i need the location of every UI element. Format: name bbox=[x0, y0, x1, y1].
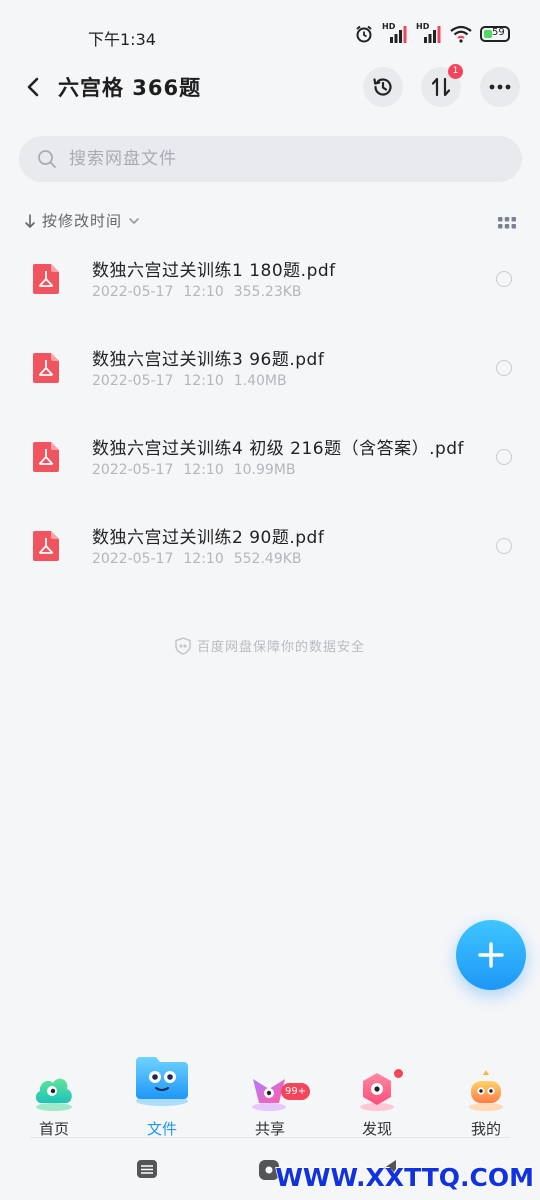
battery-level: 59 bbox=[492, 27, 505, 38]
search-icon bbox=[38, 150, 56, 168]
grid-icon bbox=[498, 217, 516, 229]
nav-item-files[interactable]: 文件 bbox=[117, 1055, 207, 1140]
file-select-radio[interactable] bbox=[496, 271, 512, 287]
file-time: 12:10 bbox=[183, 284, 224, 300]
history-button[interactable] bbox=[363, 67, 403, 107]
file-name: 数独六宫过关训练3 96题.pdf bbox=[92, 350, 325, 370]
file-size: 10.99MB bbox=[233, 462, 296, 478]
back-arrow-icon bbox=[27, 77, 39, 97]
nav-label-mine: 我的 bbox=[470, 1120, 501, 1138]
more-button[interactable] bbox=[480, 67, 520, 107]
file-date: 2022-05-17 bbox=[92, 551, 174, 567]
header: 六宫格 366题 1 bbox=[0, 60, 540, 116]
watermark: WWW.XXTTQ.COM bbox=[275, 1163, 534, 1192]
file-select-radio[interactable] bbox=[496, 538, 512, 554]
search-bar[interactable] bbox=[19, 136, 522, 182]
transfer-button[interactable]: 1 bbox=[421, 64, 463, 107]
nav-item-discover[interactable]: 发现 bbox=[332, 1055, 422, 1140]
menu-icon[interactable] bbox=[136, 1159, 158, 1179]
file-date: 2022-05-17 bbox=[92, 462, 174, 478]
file-item[interactable]: 数独六宫过关训练2 90题.pdf 2022-05-17 12:10 552.49K… bbox=[0, 511, 540, 600]
file-time: 12:10 bbox=[183, 551, 224, 567]
file-size: 1.40MB bbox=[233, 373, 287, 389]
file-meta: 2022-05-17 12:10 355.23KB bbox=[92, 284, 302, 300]
pdf-file-icon bbox=[33, 442, 59, 472]
sort-row: 按修改时间 bbox=[24, 210, 516, 236]
nav-label-home: 首页 bbox=[38, 1120, 69, 1138]
file-date: 2022-05-17 bbox=[92, 373, 174, 389]
pdf-file-icon bbox=[33, 353, 59, 383]
sort-button[interactable]: 按修改时间 bbox=[24, 210, 140, 231]
status-icons: HD HD 59 bbox=[354, 22, 510, 44]
pdf-file-icon bbox=[33, 531, 59, 561]
home-mascot-icon bbox=[35, 1078, 72, 1111]
file-time: 12:10 bbox=[183, 462, 224, 478]
sort-label: 按修改时间 bbox=[42, 212, 123, 230]
wifi-icon bbox=[450, 25, 472, 43]
battery-icon: 59 bbox=[480, 26, 510, 42]
file-name: 数独六宫过关训练2 90题.pdf bbox=[92, 528, 325, 548]
file-meta: 2022-05-17 12:10 552.49KB bbox=[92, 551, 302, 567]
files-mascot-icon bbox=[136, 1057, 188, 1106]
shield-icon bbox=[175, 636, 191, 655]
pdf-file-icon bbox=[33, 264, 59, 294]
nav-item-share[interactable]: 99+ 共享 bbox=[225, 1055, 315, 1140]
file-time: 12:10 bbox=[183, 373, 224, 389]
nav-label-share: 共享 bbox=[254, 1120, 285, 1138]
file-item[interactable]: 数独六宫过关训练4 初级 216题（含答案）.pdf 2022-05-17 12:… bbox=[0, 422, 540, 511]
search-input[interactable] bbox=[69, 149, 489, 169]
nav-item-mine[interactable]: 我的 bbox=[441, 1055, 531, 1140]
discover-dot bbox=[394, 1069, 403, 1078]
file-meta: 2022-05-17 12:10 10.99MB bbox=[92, 462, 296, 478]
more-icon bbox=[489, 84, 511, 90]
history-icon bbox=[373, 78, 392, 96]
file-list: 数独六宫过关训练1 180题.pdf 2022-05-17 12:10 355.23… bbox=[0, 244, 540, 600]
signal-icon-2: HD bbox=[416, 22, 442, 44]
transfer-icon bbox=[431, 77, 451, 97]
bottom-nav: 首页 文件 99+ 共享 发现 我的 bbox=[0, 1055, 540, 1140]
transfer-badge: 1 bbox=[448, 64, 463, 79]
grid-view-button[interactable] bbox=[498, 214, 516, 233]
nav-label-files: 文件 bbox=[146, 1120, 177, 1138]
discover-mascot-icon bbox=[360, 1073, 394, 1111]
status-time: 下午1:34 bbox=[88, 30, 156, 49]
file-date: 2022-05-17 bbox=[92, 284, 174, 300]
safety-note-text: 百度网盘保障你的数据安全 bbox=[196, 640, 365, 655]
back-button[interactable] bbox=[18, 72, 48, 102]
file-item[interactable]: 数独六宫过关训练1 180题.pdf 2022-05-17 12:10 355.23… bbox=[0, 244, 540, 333]
file-size: 552.49KB bbox=[233, 551, 302, 567]
plus-icon bbox=[478, 942, 504, 968]
alarm-icon bbox=[356, 25, 372, 43]
add-button[interactable] bbox=[456, 920, 526, 990]
nav-item-home[interactable]: 首页 bbox=[9, 1055, 99, 1140]
file-select-radio[interactable] bbox=[496, 449, 512, 465]
safety-note: 百度网盘保障你的数据安全 bbox=[0, 636, 540, 655]
nav-divider bbox=[30, 1137, 510, 1138]
file-name: 数独六宫过关训练4 初级 216题（含答案）.pdf bbox=[92, 439, 465, 459]
file-item[interactable]: 数独六宫过关训练3 96题.pdf 2022-05-17 12:10 1.40MB bbox=[0, 333, 540, 422]
share-badge: 99+ bbox=[281, 1083, 311, 1100]
chevron-down-icon bbox=[129, 217, 139, 224]
sort-down-arrow-icon bbox=[25, 213, 35, 228]
file-name: 数独六宫过关训练1 180题.pdf bbox=[92, 261, 336, 281]
file-size: 355.23KB bbox=[233, 284, 302, 300]
nav-label-discover: 发现 bbox=[361, 1120, 392, 1138]
signal-icon-1: HD bbox=[382, 22, 408, 44]
file-meta: 2022-05-17 12:10 1.40MB bbox=[92, 373, 287, 389]
file-select-radio[interactable] bbox=[496, 360, 512, 376]
mine-mascot-icon bbox=[469, 1070, 503, 1111]
page-title: 六宫格 366题 bbox=[58, 76, 202, 100]
